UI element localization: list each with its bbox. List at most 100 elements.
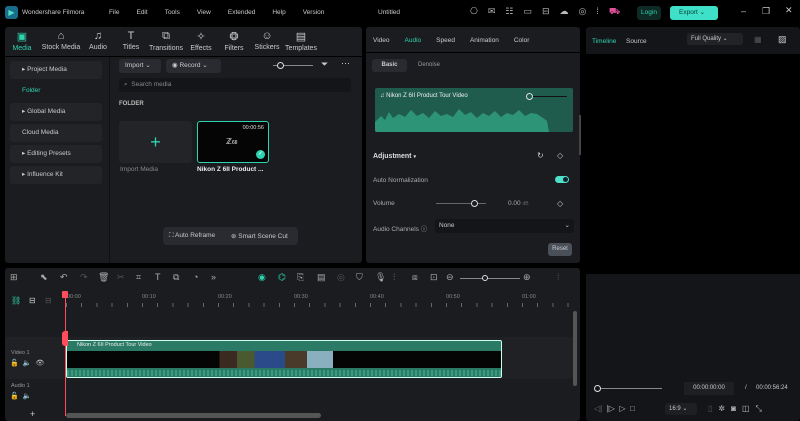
add-track-button[interactable]: + — [30, 409, 35, 419]
playhead[interactable] — [65, 291, 66, 416]
track-height-icon[interactable]: ⁞ — [557, 272, 560, 282]
menu-version[interactable]: Version — [303, 9, 325, 16]
preview-tab-source[interactable]: Source — [626, 38, 647, 45]
speed-icon[interactable]: ◔ — [193, 272, 198, 282]
undo-icon[interactable]: ↶ — [60, 272, 68, 283]
cloud-icon[interactable]: ☁ — [560, 6, 579, 16]
adjustment-heading[interactable]: Adjustment ▾ — [373, 153, 416, 160]
auto-reframe-button[interactable]: ⛶ Auto Reframe — [169, 232, 215, 240]
gift-icon[interactable]: ⎔ — [470, 6, 488, 16]
audio-channels-select[interactable]: None ⌄ — [435, 219, 574, 233]
volume-slider[interactable] — [436, 200, 486, 207]
more-tools-icon[interactable]: » — [211, 272, 216, 282]
menu-edit[interactable]: Edit — [136, 9, 147, 16]
step-forward-icon[interactable]: |▷ — [607, 404, 615, 413]
shield-icon[interactable]: ⛉ — [356, 272, 363, 283]
play-icon[interactable]: ▷ — [619, 404, 625, 413]
vertical-scrollbar[interactable] — [573, 311, 577, 386]
notes-icon[interactable]: ☷ — [505, 6, 523, 16]
tab-titles[interactable]: T Titles — [111, 30, 151, 51]
record-dropdown[interactable]: ◉ Record ⌄ — [166, 59, 221, 73]
smart-scene-cut-button[interactable]: ⊛ Smart Scene Cut — [231, 232, 288, 240]
sidebar-item-cloud-media[interactable]: Cloud Media — [10, 124, 102, 142]
reset-button[interactable]: Reset — [548, 243, 572, 256]
delete-icon[interactable]: 🗑 — [98, 272, 109, 283]
tab-stock-media[interactable]: ⌂ Stock Media — [41, 30, 81, 51]
zoom-in-icon[interactable]: ⊕ — [523, 272, 531, 283]
restore-button[interactable]: ❐ — [762, 6, 770, 17]
thumbnail-size-slider[interactable] — [273, 62, 313, 69]
reset-adjustment-icon[interactable]: ↻ — [537, 151, 544, 160]
camera-icon[interactable]: ◙ — [731, 404, 742, 413]
auto-normalization-toggle[interactable] — [555, 176, 569, 183]
menu-help[interactable]: Help — [272, 9, 285, 16]
render-settings-icon[interactable]: ✲ — [718, 404, 731, 413]
marker-icon[interactable]: ▯ — [708, 404, 718, 413]
scrollbar[interactable] — [579, 115, 581, 155]
redo-icon[interactable]: ↷ — [80, 272, 88, 283]
quality-select[interactable]: Full Quality ⌄ — [687, 33, 743, 45]
link-icon[interactable]: ⛓ — [11, 296, 21, 305]
volume-value[interactable]: 0.00 dB — [508, 200, 529, 207]
speaker-icon[interactable]: 🔈 — [23, 360, 36, 367]
layout-icon[interactable]: ⊞ — [10, 272, 18, 283]
menu-tools[interactable]: Tools — [165, 9, 180, 16]
layout-icon[interactable]: ▭ — [523, 6, 542, 16]
menu-view[interactable]: View — [197, 9, 211, 16]
transform-icon[interactable]: ⧉ — [173, 272, 179, 283]
import-media-tile[interactable]: + — [119, 121, 192, 163]
slider-handle[interactable] — [526, 93, 533, 100]
tab-templates[interactable]: ▤ Templates — [281, 30, 321, 52]
tab-speed[interactable]: Speed — [436, 37, 455, 44]
eye-icon[interactable]: 👁 — [35, 360, 48, 367]
lock-icon[interactable]: 🔓 — [10, 393, 23, 400]
add-track-icon[interactable]: ⊟ — [29, 296, 36, 305]
select-tool-icon[interactable]: ⬉ — [40, 272, 48, 283]
current-time[interactable]: 00:00:00:00 — [684, 382, 734, 395]
tab-transitions[interactable]: ⧉ Transitions — [146, 30, 186, 52]
marker-add-icon[interactable]: ⎘ — [297, 272, 304, 283]
login-button[interactable]: Login — [637, 6, 661, 20]
tab-animation[interactable]: Animation — [470, 37, 499, 44]
zoom-out-icon[interactable]: ⊖ — [446, 272, 454, 283]
sidebar-item-global-media[interactable]: ▸ Global Media — [10, 103, 102, 121]
feedback-icon[interactable]: ✉ — [488, 6, 506, 16]
search-input[interactable]: ⌕ Search media — [119, 78, 351, 92]
tab-video[interactable]: Video — [373, 37, 390, 44]
track-volume-slider[interactable] — [526, 93, 567, 100]
track-manager-icon[interactable]: ⊟ — [45, 296, 52, 305]
keyframe-icon[interactable]: ◇ — [557, 151, 563, 160]
tab-audio-props[interactable]: Audio — [405, 37, 422, 44]
mixer-icon[interactable]: ⫶ — [393, 272, 395, 283]
close-button[interactable]: ✕ — [785, 5, 793, 16]
apps-icon[interactable]: ⁞ — [596, 6, 609, 16]
text-tool-icon[interactable]: T — [155, 272, 161, 282]
menu-file[interactable]: File — [109, 9, 119, 16]
sidebar-item-folder[interactable]: Folder — [22, 87, 40, 94]
sticker-add-icon[interactable]: ▤ — [317, 272, 326, 283]
lock-icon[interactable]: 🔓 — [10, 360, 23, 367]
stop-icon[interactable]: □ — [630, 404, 635, 413]
headset-icon[interactable]: ◎ — [579, 6, 597, 16]
preview-tab-timeline[interactable]: Timeline — [592, 38, 616, 45]
filter-icon[interactable]: ⏷ — [321, 59, 328, 70]
speaker-icon[interactable]: 🔈 — [23, 393, 36, 400]
cut-icon[interactable]: ✂ — [117, 272, 125, 283]
minimize-button[interactable]: – — [741, 6, 746, 16]
playback-progress-slider[interactable] — [594, 385, 662, 392]
horizontal-scrollbar[interactable] — [66, 413, 321, 418]
menu-extended[interactable]: Extended — [228, 9, 255, 16]
sidebar-item-influence-kit[interactable]: ▸ Influence Kit — [10, 166, 102, 184]
volume-keyframe-icon[interactable]: ◇ — [557, 199, 563, 208]
slider-handle[interactable] — [482, 275, 488, 281]
crop-icon[interactable]: ⌗ — [136, 272, 141, 283]
snapshot-icon[interactable]: ▨ — [778, 34, 787, 45]
aspect-ratio-select[interactable]: 16:9 ⌄ — [665, 403, 697, 415]
import-dropdown[interactable]: Import ⌄ — [119, 59, 161, 73]
pip-icon[interactable]: ⧈ — [412, 272, 418, 283]
prev-frame-icon[interactable]: ◁| — [594, 404, 602, 413]
layout-grid-icon[interactable]: ▦ — [754, 35, 762, 44]
sidebar-item-editing-presets[interactable]: ▸ Editing Presets — [10, 145, 102, 163]
fullscreen-icon[interactable]: ⤡ — [756, 404, 768, 413]
media-clip-thumbnail[interactable]: 00:00:56 ℤ6II ✓ — [197, 121, 269, 163]
